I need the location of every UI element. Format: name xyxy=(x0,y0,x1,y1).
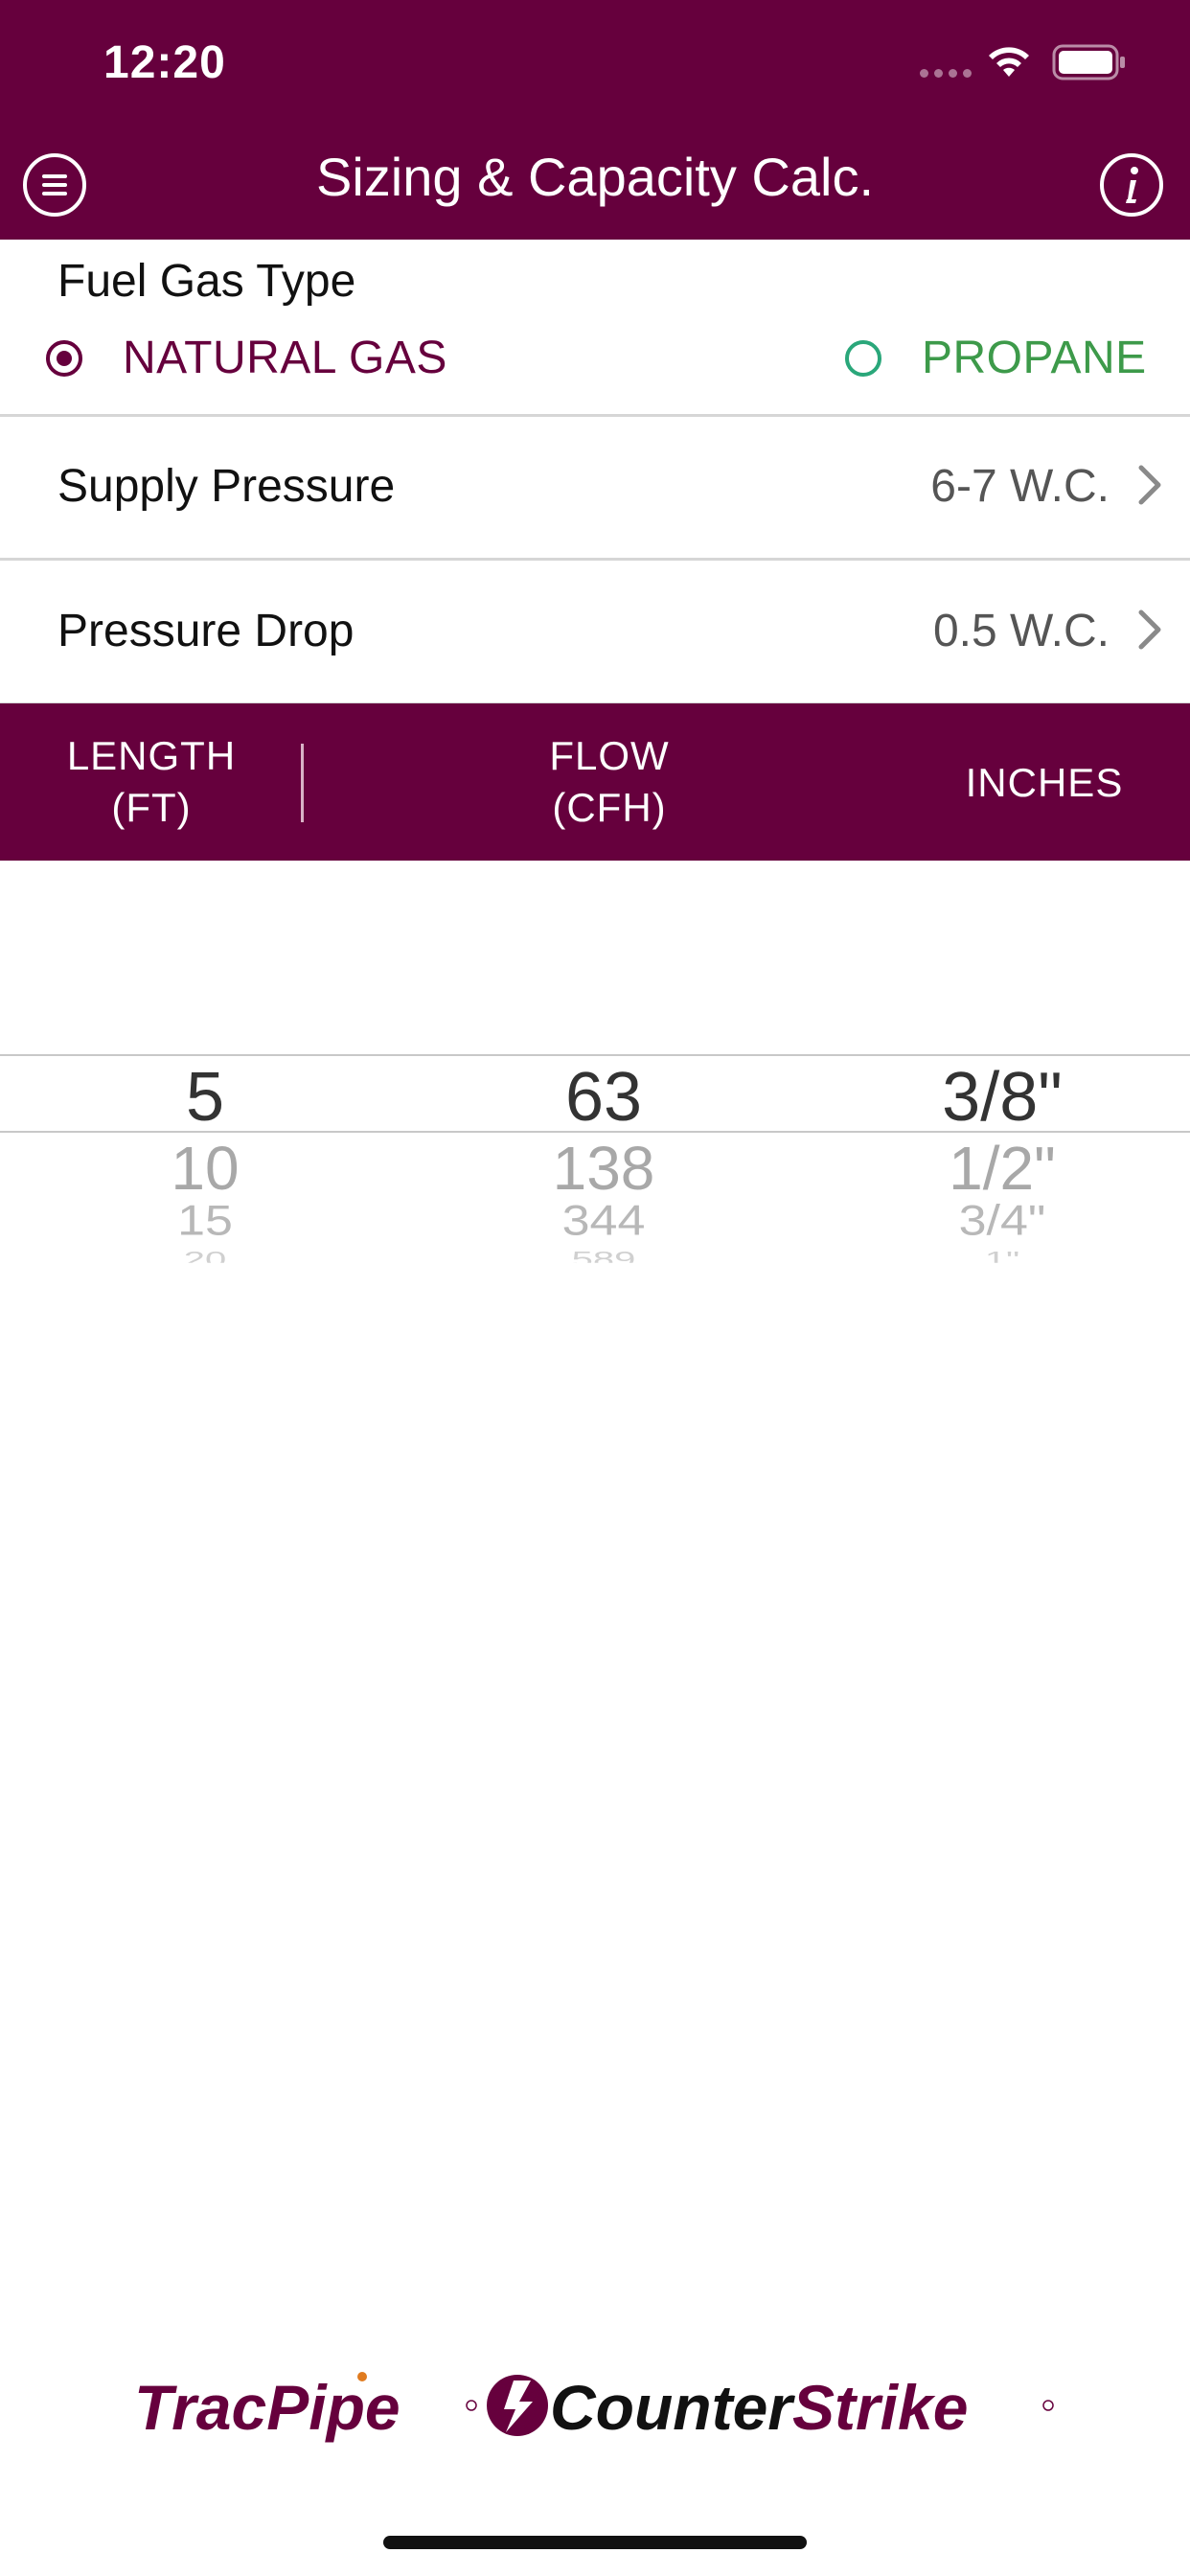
pressure-drop-row[interactable]: Pressure Drop 0.5 W.C. xyxy=(0,561,1190,705)
inches-option: 1" xyxy=(984,1248,1020,1263)
column-divider xyxy=(301,744,304,822)
supply-pressure-label: Supply Pressure xyxy=(57,461,396,512)
inches-option: 1/2" xyxy=(949,1134,1056,1203)
lightning-icon xyxy=(487,2375,548,2436)
length-header-line1: LENGTH xyxy=(66,733,237,778)
length-option: 10 xyxy=(171,1134,240,1203)
chevron-right-icon xyxy=(1138,465,1161,505)
flow-option: 138 xyxy=(552,1134,655,1203)
column-header-bar: LENGTH (FT) FLOW (CFH) INCHES xyxy=(0,703,1190,861)
length-selected-value: 5 xyxy=(185,1059,225,1136)
inches-column-header[interactable]: INCHES xyxy=(949,757,1140,809)
picker-selection-top-line xyxy=(0,1054,1190,1056)
inches-selected-value: 3/8" xyxy=(942,1059,1063,1136)
flow-selected-value: 63 xyxy=(564,1059,643,1136)
length-option: 20 xyxy=(183,1248,227,1263)
status-time: 12:20 xyxy=(103,37,226,88)
tracpipe-logo-text: TracPipe xyxy=(134,2372,400,2443)
size-picker[interactable]: 5 10 15 20 63 138 344 589 3/8" 1/2" 3/4"… xyxy=(0,1054,1190,1284)
cellular-signal-icon xyxy=(920,69,972,78)
tracpipe-counterstrike-logo: TracPipe CounterStrike xyxy=(134,2372,1054,2443)
length-column-header[interactable]: LENGTH (FT) xyxy=(56,730,247,834)
length-header-line2: (FT) xyxy=(111,785,192,830)
radio-unselected-icon xyxy=(845,339,881,377)
wifi-icon xyxy=(989,47,1029,77)
pressure-drop-label: Pressure Drop xyxy=(57,606,355,656)
flow-column-header[interactable]: FLOW (CFH) xyxy=(514,730,705,834)
natural-gas-label: NATURAL GAS xyxy=(123,333,447,383)
flow-option: 589 xyxy=(571,1248,636,1263)
top-bar: 12:20 Sizing & Capacity Calc. xyxy=(0,0,1190,240)
propane-radio[interactable]: PROPANE xyxy=(845,332,1147,384)
counterstrike-logo-text: CounterStrike xyxy=(550,2372,968,2443)
chevron-right-icon xyxy=(1138,610,1161,650)
fuel-gas-type-label: Fuel Gas Type xyxy=(57,256,356,307)
supply-pressure-row[interactable]: Supply Pressure 6-7 W.C. xyxy=(0,416,1190,561)
flow-header-line1: FLOW xyxy=(549,733,670,778)
propane-label: PROPANE xyxy=(922,333,1147,383)
home-indicator[interactable] xyxy=(383,2536,807,2549)
supply-pressure-value: 6-7 W.C. xyxy=(930,461,1110,512)
natural-gas-radio[interactable]: NATURAL GAS xyxy=(46,332,447,384)
flow-header-line2: (CFH) xyxy=(552,785,667,830)
flow-option: 344 xyxy=(561,1197,646,1245)
inches-option: 3/4" xyxy=(958,1197,1046,1245)
battery-icon xyxy=(1052,44,1125,80)
page-title: Sizing & Capacity Calc. xyxy=(315,147,874,207)
pressure-drop-value: 0.5 W.C. xyxy=(932,606,1110,656)
fuel-gas-type-section: Fuel Gas Type NATURAL GAS PROPANE xyxy=(0,240,1190,417)
info-icon[interactable] xyxy=(1098,151,1165,218)
length-option: 15 xyxy=(177,1197,233,1245)
radio-selected-icon xyxy=(46,339,82,377)
